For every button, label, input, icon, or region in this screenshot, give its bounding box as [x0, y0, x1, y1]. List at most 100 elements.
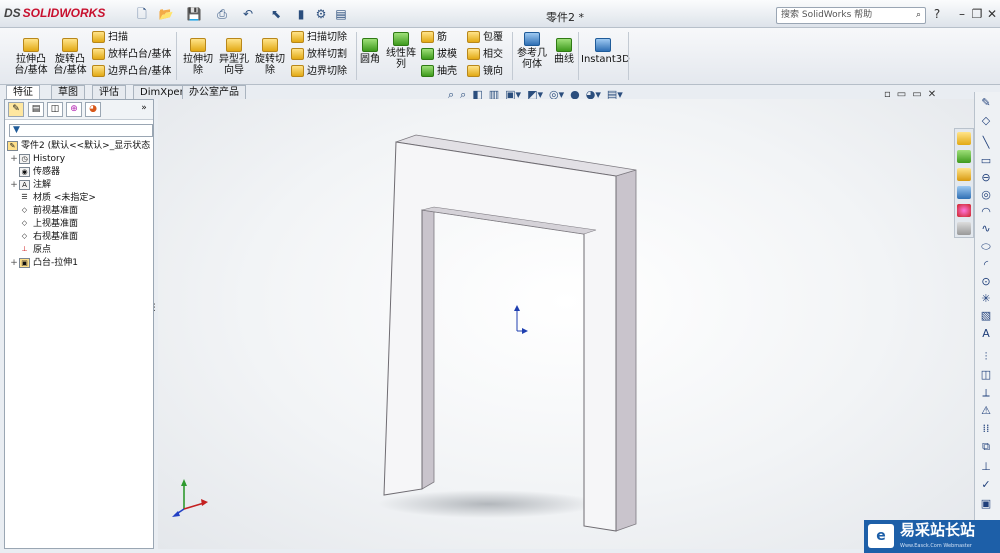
- tree-item-annotations[interactable]: + A 注解: [9, 179, 51, 192]
- reference-geometry-button[interactable]: 参考几 何体: [514, 32, 550, 70]
- appearances-icon[interactable]: [957, 204, 971, 217]
- feature-manager-tab-icon[interactable]: ✎: [8, 102, 24, 117]
- part-front-face: [383, 141, 617, 532]
- draft-button[interactable]: 拔模: [421, 47, 457, 63]
- open-icon[interactable]: 📂: [158, 6, 174, 22]
- expand-icon[interactable]: +: [9, 153, 19, 166]
- boundary-boss-button[interactable]: 边界凸台/基体: [92, 64, 171, 80]
- dimxpert-manager-tab-icon[interactable]: ⊕: [66, 102, 82, 117]
- display-manager-tab-icon[interactable]: ◕: [85, 102, 101, 117]
- tab-features[interactable]: 特征: [6, 85, 40, 99]
- solidworks-logo[interactable]: DS SOLIDWORKS: [4, 6, 105, 24]
- restore-button[interactable]: ❐: [970, 7, 984, 21]
- panel-expand-icon[interactable]: »: [136, 102, 152, 117]
- wrap-button[interactable]: 包覆: [467, 30, 503, 46]
- circle-icon[interactable]: ◎: [979, 188, 993, 201]
- sketch-pattern-icon[interactable]: ⁞⁞: [979, 422, 993, 435]
- move-entities-icon[interactable]: ⧉: [979, 440, 993, 453]
- custom-properties-icon[interactable]: [957, 222, 971, 235]
- ground-shadow: [378, 490, 598, 518]
- text-icon[interactable]: A: [979, 327, 993, 340]
- revolve-cut-button[interactable]: 旋转切 除: [252, 38, 288, 76]
- tab-office-products[interactable]: 办公室产品: [182, 85, 246, 99]
- lofted-cut-button[interactable]: 放样切割: [291, 47, 347, 63]
- feature-tree-filter-input[interactable]: ▼: [9, 124, 153, 137]
- fillet-sketch-icon[interactable]: ◜: [979, 258, 993, 271]
- tree-item-material[interactable]: ☰ 材质 <未指定>: [9, 192, 96, 205]
- offset-entities-icon[interactable]: ◫: [979, 368, 993, 381]
- hole-wizard-button[interactable]: 异型孔 向导: [216, 38, 252, 76]
- loft-button[interactable]: 放样凸台/基体: [92, 47, 171, 63]
- sweep-button[interactable]: 扫描: [92, 30, 128, 46]
- point-icon[interactable]: ✳: [979, 292, 993, 305]
- lofted-cut-icon: [291, 48, 304, 60]
- property-manager-tab-icon[interactable]: ▤: [28, 102, 44, 117]
- options-icon[interactable]: ⚙: [313, 6, 329, 22]
- relations-icon[interactable]: ⊥: [979, 460, 993, 473]
- design-library-icon[interactable]: [957, 150, 971, 163]
- save-icon[interactable]: 💾: [186, 6, 202, 22]
- plane-sketch-icon[interactable]: ▧: [979, 309, 993, 322]
- close-button[interactable]: ✕: [985, 7, 999, 21]
- expand-icon[interactable]: +: [9, 179, 19, 192]
- repair-sketch-icon[interactable]: ✓: [979, 478, 993, 491]
- print-icon[interactable]: ⎙: [214, 6, 230, 22]
- configuration-manager-tab-icon[interactable]: ◫: [47, 102, 63, 117]
- tree-root-part[interactable]: ✎ 零件2 (默认<<默认>_显示状态: [7, 140, 150, 153]
- traffic-light-icon[interactable]: ▮: [296, 6, 306, 22]
- task-pane-tabs: [954, 128, 974, 238]
- solidworks-resources-icon[interactable]: [957, 132, 971, 145]
- arc-icon[interactable]: ◠: [979, 205, 993, 218]
- tree-item-front-plane[interactable]: ◇ 前视基准面: [9, 205, 78, 218]
- quick-snaps-icon[interactable]: ▣: [979, 497, 993, 510]
- panel-splitter-handle[interactable]: ⋮: [150, 303, 159, 329]
- material-icon: ☰: [21, 192, 28, 201]
- view-palette-icon[interactable]: [957, 186, 971, 199]
- minimize-button[interactable]: –: [955, 7, 969, 21]
- smart-dimension-icon[interactable]: ◇: [979, 114, 993, 127]
- intersect-button[interactable]: 相交: [467, 47, 503, 63]
- instant3d-button[interactable]: Instant3D: [581, 38, 630, 65]
- tab-sketch[interactable]: 草图: [51, 85, 85, 99]
- shell-button[interactable]: 抽壳: [421, 64, 457, 80]
- extrude-boss-button[interactable]: 拉伸凸 台/基体: [8, 38, 54, 76]
- undo-icon[interactable]: ↶: [240, 6, 256, 22]
- tree-item-sensors[interactable]: ◉ 传感器: [9, 166, 60, 179]
- spline-icon[interactable]: ∿: [979, 222, 993, 235]
- tab-evaluate[interactable]: 评估: [92, 85, 126, 99]
- tree-item-right-plane[interactable]: ◇ 右视基准面: [9, 231, 78, 244]
- help-icon[interactable]: ?: [930, 7, 944, 21]
- customize-icon[interactable]: ▤: [333, 6, 349, 22]
- mirror-button[interactable]: 镜向: [467, 64, 503, 80]
- tree-item-top-plane[interactable]: ◇ 上视基准面: [9, 218, 78, 231]
- new-icon[interactable]: 🗋: [134, 6, 150, 22]
- instant3d-icon: [595, 38, 611, 52]
- file-explorer-icon[interactable]: [957, 168, 971, 181]
- rectangle-icon[interactable]: ▭: [979, 154, 993, 167]
- polygon-icon[interactable]: ⊙: [979, 275, 993, 288]
- expand-icon[interactable]: +: [9, 257, 19, 270]
- sketch-icon[interactable]: ✎: [979, 96, 993, 109]
- tree-item-origin[interactable]: ⊥ 原点: [9, 244, 51, 257]
- rib-button[interactable]: 筋: [421, 30, 447, 46]
- boundary-cut-button[interactable]: 边界切除: [291, 64, 347, 80]
- search-icon[interactable]: ⌕: [916, 8, 921, 23]
- line-icon[interactable]: ╲: [979, 136, 993, 149]
- select-icon[interactable]: ⬉: [268, 6, 284, 22]
- swept-cut-button[interactable]: 扫描切除: [291, 30, 347, 46]
- graphics-area[interactable]: [158, 99, 974, 549]
- trim-icon[interactable]: ⚠: [979, 404, 993, 417]
- curves-button[interactable]: 曲线: [550, 38, 578, 65]
- slot-icon[interactable]: ⊖: [979, 171, 993, 184]
- mirror-entities-icon[interactable]: ⟂: [979, 386, 993, 399]
- help-search-input[interactable]: 搜索 SolidWorks 帮助 ⌕: [776, 7, 926, 24]
- ellipse-icon[interactable]: ⬭: [979, 240, 993, 253]
- tree-item-history[interactable]: + ◷ History: [9, 153, 65, 166]
- convert-entities-icon[interactable]: ⫶: [979, 350, 993, 363]
- fillet-button[interactable]: 圆角: [358, 38, 382, 65]
- revolve-boss-button[interactable]: 旋转凸 台/基体: [50, 38, 90, 76]
- curves-icon: [556, 38, 572, 52]
- extrude-cut-button[interactable]: 拉伸切 除: [180, 38, 216, 76]
- tree-item-boss-extrude1[interactable]: + ▣ 凸台-拉伸1: [9, 257, 78, 270]
- linear-pattern-button[interactable]: 线性阵 列: [384, 32, 418, 70]
